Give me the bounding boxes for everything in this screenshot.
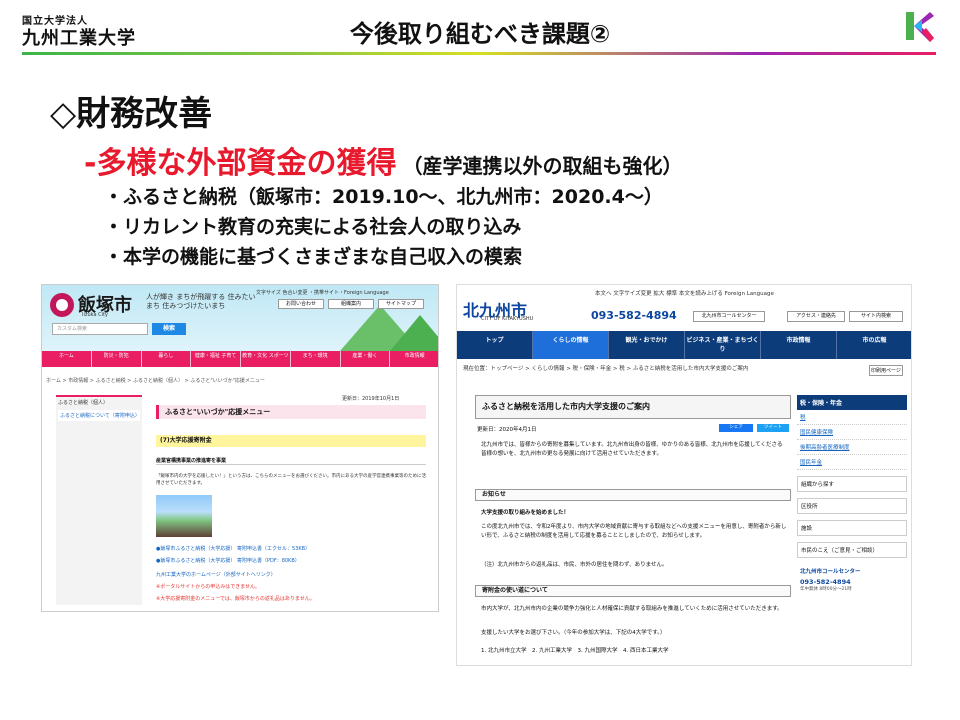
access-button[interactable]: アクセス・連絡先 (787, 311, 845, 322)
nav-item-industry[interactable]: 産業・働く (341, 351, 391, 367)
nav-item-business[interactable]: ビジネス・産業・まちづくり (685, 331, 761, 359)
kitakyushu-logo-en: CITY OF KITAKYUSHU (481, 316, 534, 322)
nav-item-tourism[interactable]: 観光・おでかけ (609, 331, 685, 359)
header-rule (22, 52, 936, 55)
usage-heading: 寄附金の使い道について (475, 585, 791, 597)
iizuka-website-screenshot: 飯塚市 Iizuka City 人が輝き まちが飛躍する 住みたいまち 住みつづ… (41, 284, 439, 612)
search-button[interactable]: 検索 (152, 323, 186, 335)
slide-title: 今後取り組むべき課題② (349, 20, 611, 48)
kitakyushu-website-screenshot: 本文へ 文字サイズ変更 拡大 標準 本文を読み上げる Foreign Langu… (456, 284, 912, 666)
callcenter-button[interactable]: 北九州市コールセンター (693, 311, 765, 322)
sidebar-item-pension[interactable]: 国民年金 (797, 455, 907, 470)
nav-item-environment[interactable]: まち・環境 (291, 351, 341, 367)
subheading-row: -多様な外部資金の獲得 （産学連携以外の取組も強化） (84, 138, 682, 182)
iizuka-city-en: Iizuka City (82, 312, 108, 318)
breadcrumb[interactable]: 現在位置：トップページ > くらしの情報 > 税・保険・年金 > 税 > ふるさ… (463, 365, 793, 373)
nav-item-home[interactable]: ホーム (42, 351, 92, 367)
sidebar-item-tax[interactable]: 税 (797, 410, 907, 425)
bullet-item: ・リカレント教育の充実による社会人の取り込み (104, 216, 522, 238)
updated-date: 更新日：2019年10月1日 (342, 396, 400, 402)
callcenter-phone-number: 093-582-4894 (800, 578, 851, 586)
site-search-button[interactable]: サイト内検索 (849, 311, 903, 322)
contact-button[interactable]: お問い合わせ (278, 299, 324, 309)
kitakyushu-sidebar: 税・保険・年金 税 国民健康保険 後期高齢者医療制度 国民年金 組織から探す 区… (797, 395, 907, 592)
callcenter-phone: 093-582-4894 (591, 309, 677, 322)
mountain-illustration (390, 315, 438, 351)
sidebar-box-citizen-voice[interactable]: 市民のこえ（ご意見・ご相談） (797, 542, 907, 558)
callcenter-hours: 年中無休 8時00分～21時 (800, 587, 852, 592)
nav-item-city-info[interactable]: 市政情報 (761, 331, 837, 359)
nav-item-disaster[interactable]: 防災・防犯 (92, 351, 142, 367)
notice-note: （注）北九州市からの返礼品は、市民、市外の居住を問わず、ありません。 (481, 562, 668, 568)
sidebar-box-facility[interactable]: 施設 (797, 520, 907, 536)
subsection-heading: 産業官構携事業の推進寄を事業 (156, 457, 426, 465)
bullet-item: ・本学の機能に基づくさまざまな自己収入の模索 (104, 246, 523, 268)
search-input[interactable]: カスタム検索 (52, 323, 148, 335)
breadcrumb[interactable]: ホーム > 市政情報 > ふるさと納税 > ふるさと納税（個人） > ふるさと"… (46, 377, 265, 384)
nav-item-living[interactable]: くらしの情報 (533, 331, 609, 359)
subheading-highlight: -多様な外部資金の獲得 (84, 146, 397, 181)
iizuka-banner: 飯塚市 Iizuka City 人が輝き まちが飛躍する 住みたいまち 住みつづ… (42, 285, 438, 351)
nav-item-health[interactable]: 健康・福祉 子育て (191, 351, 241, 367)
iizuka-slogan: 人が輝き まちが飛躍する 住みたいまち 住みつづけたいまち (146, 293, 256, 310)
sidebar-box-organization[interactable]: 組織から探す (797, 476, 907, 492)
notice-heading: お知らせ (475, 489, 791, 501)
twitter-share-button[interactable]: ツイート (757, 424, 789, 432)
download-pdf-link[interactable]: ●飯塚市ふるさと納税（大学応援） 寄附申込書（PDF：80KB） (156, 557, 300, 564)
sitemap-button[interactable]: サイトマップ (378, 299, 424, 309)
nav-item-publicity[interactable]: 市の広報 (837, 331, 911, 359)
download-excel-link[interactable]: ●飯塚市ふるさと納税（大学応援） 寄附申込書（エクセル：53KB） (156, 545, 310, 552)
sidebar-title: 税・保険・年金 (797, 395, 907, 410)
section-heading: (7)大学応援寄附金 (156, 435, 426, 447)
sidebar-box-ward-office[interactable]: 区役所 (797, 498, 907, 514)
updated-date: 更新日：2020年4月1日 (477, 427, 537, 433)
corner-logo-icon (906, 12, 934, 42)
section-heading: ◇財務改善 (50, 94, 213, 134)
iizuka-sidebar: ふるさと納税（個人） ふるさと納税について（寄附申込） (56, 395, 142, 605)
university-list: 1. 北九州市立大学 2. 九州工業大学 3. 九州国際大学 4. 西日本工業大… (481, 648, 669, 654)
notice-title: 大学支援の取り組みを始めました！ (481, 510, 570, 516)
bullet-item: ・ふるさと納税（飯塚市：2019.10～、北九州市：2020.4～） (104, 186, 663, 208)
campus-photo (156, 495, 212, 537)
intro-text: 北九州市では、皆様からの寄附を募集しています。北九州市出身の皆様、ゆかりのある皆… (481, 442, 783, 457)
organization-button[interactable]: 組織案内 (328, 299, 374, 309)
university-homepage-link[interactable]: 九州工業大学のホームページ（外部サイトへリンク） (156, 571, 276, 578)
callcenter-label: 北九州市コールセンター (800, 569, 861, 575)
nav-item-education[interactable]: 教育・文化 スポーツ (241, 351, 291, 367)
iizuka-top-links[interactable]: 文字サイズ 色合い変更 ・携帯サイト・Foreign Language (256, 289, 389, 296)
kitakyushu-top-links[interactable]: 本文へ 文字サイズ変更 拡大 標準 本文を読み上げる Foreign Langu… (595, 289, 774, 297)
sidebar-title[interactable]: ふるさと納税（個人） (56, 397, 142, 408)
nav-item-city-info[interactable]: 市政情報 (390, 351, 438, 367)
sidebar-item-elderly-medical[interactable]: 後期高齢者医療制度 (797, 440, 907, 455)
usage-text: 市内大学が、北九州市内の企業の競争力強化と人材確保に貢献する取組みを推進していく… (481, 606, 783, 612)
callcenter-block: 北九州市コールセンター 093-582-4894 年中無休 8時00分～21時 (797, 564, 907, 592)
note-text: ※大学応援寄附金のメニューでは、飯塚市からの返礼品はありません。 (156, 596, 315, 602)
sidebar-item-health-insurance[interactable]: 国民健康保険 (797, 425, 907, 440)
choose-text: 支援したい大学をお選び下さい。（今年の参加大学は、下記の4大学です。） (481, 630, 666, 636)
sidebar-link[interactable]: ふるさと納税について（寄附申込） (58, 410, 140, 421)
city-emblem-icon (50, 293, 74, 317)
note-text: ※ポータルサイトからの申込みはできません。 (156, 584, 261, 590)
page-title: ふるさと納税を活用した市内大学支援のご案内 (475, 395, 791, 419)
notice-text: この度北九州市では、令和2年度より、市内大学の地域貢献に寄与する取組などへの支援… (481, 524, 787, 539)
page-title: ふるさと"いいづか"応援メニュー (156, 405, 426, 419)
facebook-share-button[interactable]: シェア (719, 424, 753, 432)
description-text: 「飯塚市内の大学を応援したい！」という方は、こちらのメニューをお選びください。市… (156, 474, 426, 486)
kitakyushu-main-nav: トップ くらしの情報 観光・おでかけ ビジネス・産業・まちづくり 市政情報 市の… (457, 331, 911, 359)
print-button[interactable]: 印刷用ページ (869, 365, 903, 376)
iizuka-main-nav: ホーム 防災・防犯 暮らし 健康・福祉 子育て 教育・文化 スポーツ まち・環境… (42, 351, 438, 367)
subheading-note: （産学連携以外の取組も強化） (402, 154, 683, 178)
nav-item-living[interactable]: 暮らし (142, 351, 192, 367)
nav-item-top[interactable]: トップ (457, 331, 533, 359)
